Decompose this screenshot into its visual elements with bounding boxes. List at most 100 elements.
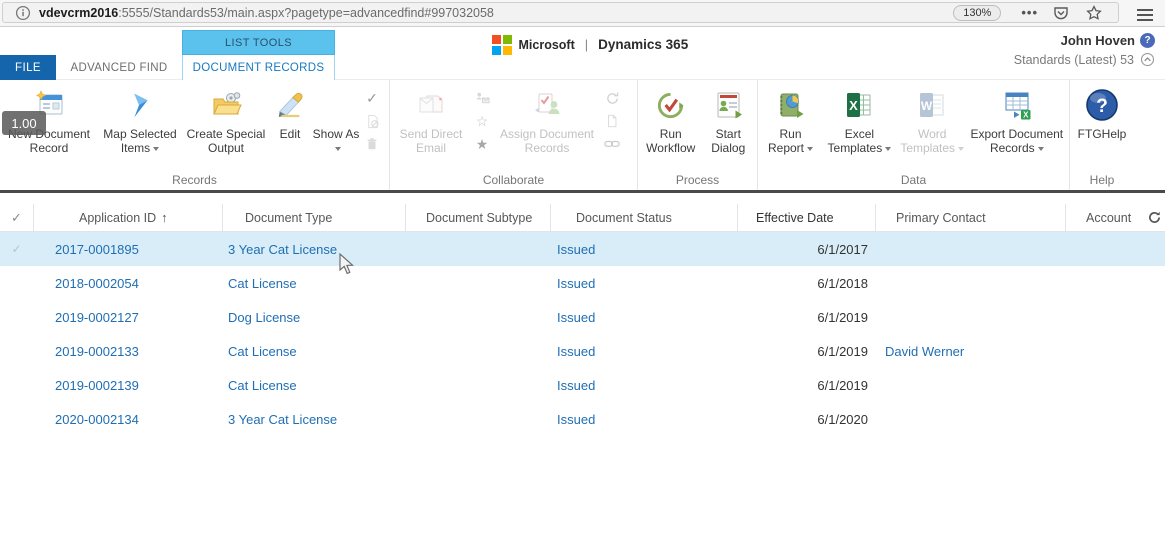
button-label: Assign Document Records [494,127,600,155]
document-status-link[interactable]: Issued [557,276,595,291]
document-subtype-cell [405,266,550,300]
application-id-link[interactable]: 2018-0002054 [55,276,139,291]
url-host: vdevcrm2016 [39,6,118,20]
excel-templates-button[interactable]: X Excel Templates [821,84,898,155]
email-link-icon[interactable] [474,90,490,106]
application-id-link[interactable]: 2019-0002133 [55,344,139,359]
site-info-icon[interactable] [15,5,31,21]
deactivate-record-icon[interactable] [364,113,380,129]
document-subtype-cell [405,368,550,402]
address-bar[interactable]: vdevcrm2016:5555/Standards53/main.aspx?p… [2,2,1119,23]
column-header-account[interactable]: Account [1065,204,1143,231]
user-name[interactable]: John Hoven [1061,33,1135,48]
account-cell [1065,402,1165,436]
effective-date-cell: 6/1/2017 [737,232,875,266]
tab-document-records[interactable]: DOCUMENT RECORDS [182,55,335,81]
browser-menu-icon[interactable] [1137,6,1153,24]
document-type-link[interactable]: Dog License [228,310,300,325]
select-all-checkbox[interactable]: ✓ [0,204,33,231]
table-row[interactable]: 2019-0002133Cat LicenseIssued6/1/2019Dav… [0,334,1165,368]
map-selected-items-button[interactable]: Map Selected Items [96,84,184,155]
table-row[interactable]: 2019-0002139Cat LicenseIssued6/1/2019 [0,368,1165,402]
tab-file[interactable]: FILE [0,55,56,81]
row-checkbox[interactable] [0,300,33,334]
application-id-link[interactable]: 2019-0002139 [55,378,139,393]
document-status-link[interactable]: Issued [557,310,595,325]
word-templates-button[interactable]: W Word Templates [898,84,967,155]
document-type-link[interactable]: 3 Year Cat License [228,412,337,427]
table-row[interactable]: 2019-0002127Dog LicenseIssued6/1/2019 [0,300,1165,334]
row-checkbox[interactable] [0,266,33,300]
edit-icon [273,88,307,122]
show-as-button[interactable]: Show As [312,84,360,155]
run-report-button[interactable]: Run Report [760,84,821,155]
ribbon-group-process: Run Workflow Start Dialog Process [638,80,758,190]
button-label: Edit [280,127,301,141]
show-as-icon [319,88,353,122]
assign-document-records-button[interactable]: Assign Document Records [494,84,600,155]
table-row[interactable]: ✓ 2017-0001895 3 Year Cat License Issued 6/1… [0,232,1165,266]
document-status-link[interactable]: Issued [557,344,595,359]
svg-text:?: ? [1096,96,1108,117]
page-actions-icon[interactable]: ••• [1021,5,1038,20]
run-workflow-button[interactable]: Run Workflow [640,84,701,155]
create-special-output-icon [209,88,243,122]
ribbon-group-label: Help [1070,173,1134,187]
primary-contact-link[interactable]: David Werner [885,344,964,359]
document-type-cell: 3 Year Cat License [222,402,405,436]
document-type-link[interactable]: Cat License [228,344,297,359]
document-status-link[interactable]: Issued [557,412,595,427]
column-header-document-subtype[interactable]: Document Subtype [405,204,550,231]
application-id-link[interactable]: 2017-0001895 [55,242,139,257]
row-checkbox[interactable] [0,334,33,368]
document-type-link[interactable]: Cat License [228,378,297,393]
collapse-ribbon-icon[interactable] [1140,52,1155,67]
account-cell [1065,266,1165,300]
send-direct-email-button[interactable]: Send Direct Email [392,84,470,155]
pocket-icon[interactable] [1052,4,1069,21]
edit-button[interactable]: Edit [268,84,312,141]
view-selector[interactable]: Standards (Latest) 53 [1014,53,1134,67]
column-header-effective-date[interactable]: Effective Date [737,204,875,231]
follow-star-icon[interactable]: ★ [474,136,490,152]
tab-advanced-find[interactable]: ADVANCED FIND [56,55,182,81]
primary-contact-cell: David Werner [875,334,1065,368]
brand-microsoft-text: Microsoft [519,38,575,52]
create-special-output-button[interactable]: Create Special Output [184,84,268,155]
ribbon-group-label: Collaborate [390,173,637,187]
zoom-level-indicator[interactable]: 130% [953,5,1001,21]
export-document-records-button[interactable]: X Export Document Records [967,84,1067,155]
application-id-link[interactable]: 2019-0002127 [55,310,139,325]
document-status-link[interactable]: Issued [557,378,595,393]
application-id-link[interactable]: 2020-0002134 [55,412,139,427]
row-checkbox[interactable] [0,402,33,436]
copy-page-icon[interactable] [604,113,620,129]
document-type-link[interactable]: Cat License [228,276,297,291]
row-checkbox[interactable]: ✓ [0,232,33,266]
bookmark-star-icon[interactable] [1085,4,1102,21]
column-header-document-type[interactable]: Document Type [222,204,405,231]
document-status-link[interactable]: Issued [557,242,595,257]
url-text[interactable]: vdevcrm2016:5555/Standards53/main.aspx?p… [39,6,494,20]
button-label: FTGHelp [1078,127,1127,141]
column-header-application-id[interactable]: Application ID↑ [33,204,222,231]
column-header-primary-contact[interactable]: Primary Contact [875,204,1065,231]
sync-icon[interactable] [604,90,620,106]
row-checkbox[interactable] [0,368,33,402]
help-icon[interactable]: ? [1140,33,1155,48]
delete-record-icon[interactable] [364,136,380,152]
column-header-document-status[interactable]: Document Status [550,204,737,231]
link-icon[interactable] [604,136,620,152]
excel-templates-icon: X [842,88,876,122]
start-dialog-button[interactable]: Start Dialog [701,84,755,155]
document-type-link[interactable]: 3 Year Cat License [228,242,337,257]
ribbon-group-data: Run Report X Excel Templates [758,80,1070,190]
refresh-icon[interactable] [1143,204,1165,231]
ftghelp-button[interactable]: ? FTGHelp [1072,84,1132,141]
table-row[interactable]: 2018-0002054Cat LicenseIssued6/1/2018 [0,266,1165,300]
unfollow-star-icon[interactable]: ☆ [474,113,490,129]
select-records-icon[interactable]: ✓ [364,90,380,106]
table-row[interactable]: 2020-00021343 Year Cat LicenseIssued6/1/… [0,402,1165,436]
svg-text:W: W [921,99,933,113]
brand-product-text: Dynamics 365 [598,37,688,52]
